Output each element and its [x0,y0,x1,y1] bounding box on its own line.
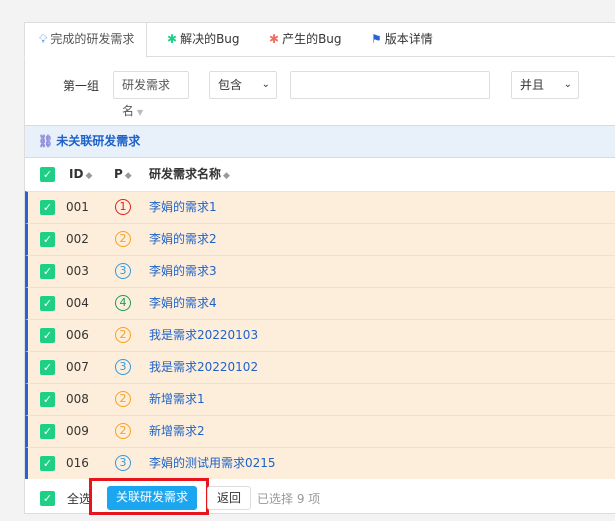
priority-badge: 1 [115,199,131,215]
table-row[interactable]: ✓ 002 2 李娟的需求2 [25,223,615,255]
operator-select[interactable]: 包含 ⌄ [209,71,277,99]
selected-count: 已选择 9 项 [257,492,321,506]
bug-icon: ✱ [167,32,178,46]
row-id: 016 [66,456,89,470]
story-name-link[interactable]: 我是需求20220103 [149,320,258,351]
field-select[interactable]: 研发需求名 ▼ [113,71,189,118]
row-checkbox[interactable]: ✓ [40,232,55,247]
story-name-link[interactable]: 李娟的需求4 [149,288,217,319]
story-name-link[interactable]: 李娟的测试用需求0215 [149,448,276,479]
priority-badge: 2 [115,391,131,407]
tab-created-bugs[interactable]: ✱ 产生的Bug [257,23,354,57]
priority-badge: 3 [115,359,131,375]
table-row[interactable]: ✓ 004 4 李娟的需求4 [25,287,615,319]
chevron-down-icon: ⌄ [261,79,270,90]
priority-badge: 2 [115,423,131,439]
link-stories-button[interactable]: 关联研发需求 [107,486,198,510]
table-row[interactable]: ✓ 006 2 我是需求20220103 [25,319,615,351]
priority-badge: 3 [115,263,131,279]
row-checkbox[interactable]: ✓ [40,456,55,471]
select-all-label: 全选 [67,492,92,506]
bug-icon: ✱ [269,32,280,46]
flag-icon: ⚑ [371,32,382,46]
tab-version-details[interactable]: ⚑ 版本详情 [359,23,445,57]
row-checkbox[interactable]: ✓ [40,360,55,375]
release-panel: 💡︎ 完成的研发需求 ✱ 解决的Bug ✱ 产生的Bug ⚑ 版本详情 第一组 研发需求… [24,22,615,515]
column-name[interactable]: 研发需求名称 ◆ [149,158,230,193]
story-name-link[interactable]: 李娟的需求1 [149,192,217,223]
sort-icon: ◆ [223,171,230,181]
priority-badge: 2 [115,231,131,247]
tab-resolved-bugs[interactable]: ✱ 解决的Bug [155,23,252,57]
table-row[interactable]: ✓ 008 2 新增需求1 [25,383,615,415]
select-all-checkbox[interactable]: ✓ [40,167,55,182]
table-header: ✓ ID ◆ P ◆ 研发需求名称 ◆ [25,158,615,191]
table-footer: ✓ 全选 关联研发需求 返回 已选择 9 项 [25,478,615,515]
back-button[interactable]: 返回 [207,486,252,510]
tab-bar: 💡︎ 完成的研发需求 ✱ 解决的Bug ✱ 产生的Bug ⚑ 版本详情 [24,23,615,58]
filter-value-input[interactable] [290,71,490,99]
row-id: 002 [66,232,89,246]
sort-icon: ◆ [85,171,93,181]
sort-icon: ◆ [124,171,132,181]
row-id: 003 [66,264,89,278]
table-row[interactable]: ✓ 009 2 新增需求2 [25,415,615,447]
lightbulb-icon: 💡︎ [39,32,48,46]
filter-row: 第一组 研发需求名 ▼ 包含 ⌄ 并且 ⌄ [25,71,615,118]
table-row[interactable]: ✓ 016 3 李娟的测试用需求0215 [25,447,615,479]
row-checkbox[interactable]: ✓ [40,328,55,343]
row-checkbox[interactable]: ✓ [40,424,55,439]
chevron-down-icon: ⌄ [563,79,572,90]
priority-badge: 4 [115,295,131,311]
row-id: 009 [66,424,89,438]
priority-badge: 2 [115,327,131,343]
select-all-checkbox[interactable]: ✓ [40,491,55,506]
row-id: 001 [66,200,89,214]
row-checkbox[interactable]: ✓ [40,200,55,215]
story-name-link[interactable]: 我是需求20220102 [149,352,258,383]
story-name-link[interactable]: 新增需求1 [149,384,205,415]
row-checkbox[interactable]: ✓ [40,296,55,311]
caret-down-icon: ▼ [137,108,144,117]
table-row[interactable]: ✓ 001 1 李娟的需求1 [25,191,615,223]
group-label: 第一组 [63,79,100,93]
row-id: 004 [66,296,89,310]
tab-completed-stories[interactable]: 💡︎ 完成的研发需求 [24,23,148,58]
story-name-link[interactable]: 新增需求2 [149,416,205,447]
row-id: 006 [66,328,89,342]
row-checkbox[interactable]: ✓ [40,392,55,407]
unlink-icon: ⛓ [38,134,54,148]
table-row[interactable]: ✓ 007 3 我是需求20220102 [25,351,615,383]
column-id[interactable]: ID ◆ [69,158,92,193]
story-name-link[interactable]: 李娟的需求3 [149,256,217,287]
row-checkbox[interactable]: ✓ [40,264,55,279]
priority-badge: 3 [115,455,131,471]
row-id: 008 [66,392,89,406]
section-header: ⛓ 未关联研发需求 [25,125,615,158]
logic-select[interactable]: 并且 ⌄ [511,71,579,99]
story-name-link[interactable]: 李娟的需求2 [149,224,217,255]
table-row[interactable]: ✓ 003 3 李娟的需求3 [25,255,615,287]
column-priority[interactable]: P ◆ [114,158,132,193]
row-id: 007 [66,360,89,374]
